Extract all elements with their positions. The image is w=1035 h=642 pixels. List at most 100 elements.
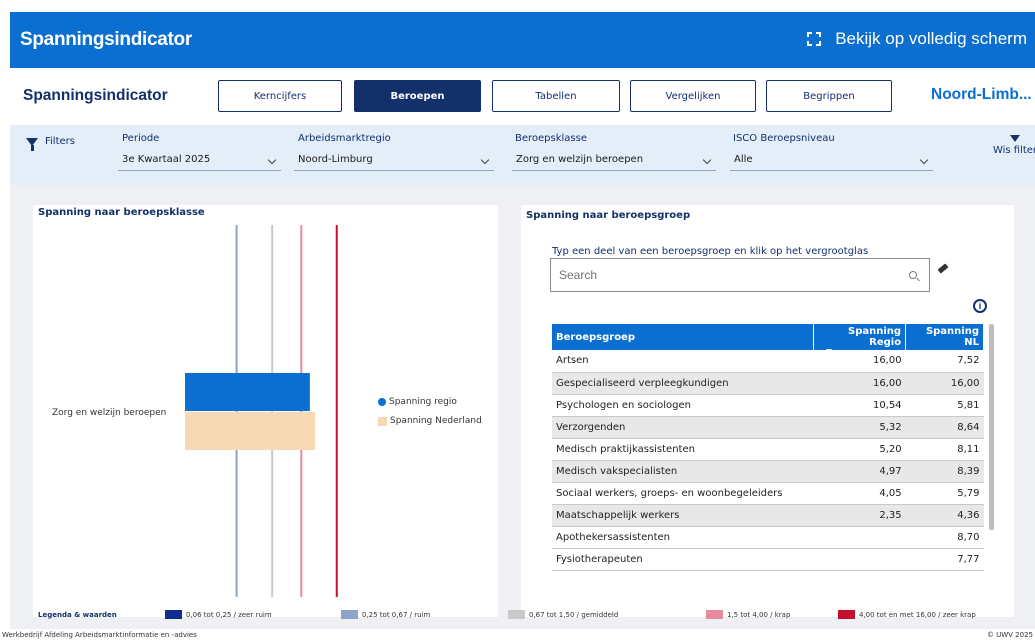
legend-swatch xyxy=(508,610,525,619)
column-header-spanning-nl[interactable]: Spanning NL xyxy=(905,324,984,350)
footer-source: Werkbedrijf Afdeling Arbeidsmarktinforma… xyxy=(2,631,197,639)
legend-regio-swatch xyxy=(378,398,386,406)
chevron-down-icon xyxy=(267,155,277,165)
filters-toggle[interactable]: Filters xyxy=(26,136,75,151)
legend-nederland: Spanning Nederland xyxy=(378,416,482,426)
periode-select[interactable]: 3e Kwartaal 2025 xyxy=(118,150,281,171)
fullscreen-button[interactable]: Bekijk op volledig scherm xyxy=(807,29,1027,49)
table-scrollbar[interactable] xyxy=(989,324,994,530)
table-row[interactable]: Medisch praktijkassistenten 5,20 8,11 xyxy=(552,438,984,461)
spanning-regio-cell xyxy=(813,548,906,571)
beroepsklasse-value: Zorg en welzijn beroepen xyxy=(516,154,644,165)
legend-swatch xyxy=(706,610,723,619)
legend-ruim: 0,25 tot 0,67 / ruim xyxy=(341,610,430,619)
legend-nederland-label: Spanning Nederland xyxy=(390,416,482,426)
beroepsgroep-cell: Medisch praktijkassistenten xyxy=(552,438,814,461)
legend-swatch xyxy=(341,610,358,619)
search-input[interactable] xyxy=(559,260,889,290)
legend-label: 4,00 tot en met 16,00 / zeer krap xyxy=(859,610,976,619)
table-row[interactable]: Medisch vakspecialisten 4,97 8,39 xyxy=(552,460,984,483)
spanning-nl-cell: 5,81 xyxy=(905,394,984,417)
table-row[interactable]: Verzorgenden 5,32 8,64 xyxy=(552,416,984,439)
tab-vergelijken[interactable]: Vergelijken xyxy=(630,80,756,112)
column-header-beroepsgroep[interactable]: Beroepsgroep xyxy=(552,324,815,350)
info-icon[interactable]: i xyxy=(973,299,987,313)
clear-filter-button[interactable]: Wis filter xyxy=(985,135,1035,156)
legend-label: 0,25 tot 0,67 / ruim xyxy=(362,610,431,619)
legend-regio-label: Spanning regio xyxy=(389,397,457,407)
beroepsgroep-table: Beroepsgroep Spanning Regio Spanning NL … xyxy=(552,324,984,571)
legend-swatch xyxy=(838,610,855,619)
funnel-icon xyxy=(26,137,38,151)
isco-label: ISCO Beroepsniveau xyxy=(733,133,835,144)
legend-krap: 1,5 tot 4,00 / krap xyxy=(706,610,790,619)
tab-tabellen[interactable]: Tabellen xyxy=(492,80,620,112)
legend-gemiddeld: 0,67 tot 1,50 / gemiddeld xyxy=(508,610,618,619)
periode-label: Periode xyxy=(122,133,160,144)
spanning-regio-cell xyxy=(813,526,906,549)
legend-nederland-swatch xyxy=(378,416,387,426)
legend-label: 0,67 tot 1,50 / gemiddeld xyxy=(529,610,619,619)
clear-filter-icon xyxy=(1010,135,1020,142)
regio-label: Arbeidsmarktregio xyxy=(298,133,391,144)
fullscreen-label: Bekijk op volledig scherm xyxy=(835,29,1027,48)
app-title: Spanningsindicator xyxy=(20,29,192,50)
table-row[interactable]: Gespecialiseerd verpleegkundigen 16,00 16,… xyxy=(552,372,984,395)
isco-value: Alle xyxy=(734,154,753,165)
spanning-regio-cell: 2,35 xyxy=(813,504,906,527)
legend-swatch xyxy=(165,610,182,619)
search-box xyxy=(550,258,930,292)
isco-select[interactable]: Alle xyxy=(730,150,933,171)
spanning-nl-cell: 8,64 xyxy=(905,416,984,439)
column-header-spanning-regio[interactable]: Spanning Regio xyxy=(813,324,907,353)
spanning-nl-cell: 7,52 xyxy=(905,350,984,373)
spanning-regio-cell: 10,54 xyxy=(813,394,906,417)
legend-zeer-krap: 4,00 tot en met 16,00 / zeer krap xyxy=(838,610,976,619)
region-link[interactable]: Noord-Limb... xyxy=(931,86,1032,104)
table-row[interactable]: Fysiotherapeuten 7,77 xyxy=(552,548,984,571)
chevron-down-icon xyxy=(702,155,712,165)
bar-nederland[interactable] xyxy=(185,412,316,450)
beroepsgroep-cell: Artsen xyxy=(552,350,814,373)
fullscreen-icon xyxy=(807,32,822,46)
table-row[interactable]: Sociaal werkers, groeps- en woonbegeleid… xyxy=(552,482,984,505)
tab-begrippen[interactable]: Begrippen xyxy=(766,80,892,112)
spanning-nl-cell: 4,36 xyxy=(905,504,984,527)
filter-bar: Filters Periode 3e Kwartaal 2025 Arbeids… xyxy=(10,125,1035,185)
beroepsgroep-cell: Apothekersassistenten xyxy=(552,526,814,549)
spanning-regio-cell: 4,97 xyxy=(813,460,906,483)
tab-kerncijfers[interactable]: Kerncijfers xyxy=(218,80,342,112)
legend-zeer-ruim: 0,06 tot 0,25 / zeer ruim xyxy=(165,610,272,619)
table-row[interactable]: Artsen 16,00 7,52 xyxy=(552,350,984,373)
bar-regio[interactable] xyxy=(185,373,310,411)
footer-copyright: © UWV 2025 xyxy=(986,631,1033,639)
spanning-nl-cell: 5,79 xyxy=(905,482,984,505)
table-row[interactable]: Apothekersassistenten 8,70 xyxy=(552,526,984,549)
regio-value: Noord-Limburg xyxy=(298,154,373,165)
spanning-regio-cell: 16,00 xyxy=(813,350,906,373)
beroepsgroep-title: Spanning naar beroepsgroep xyxy=(526,210,691,221)
tab-beroepen[interactable]: Beroepen xyxy=(354,80,481,112)
spanning-regio-cell: 4,05 xyxy=(813,482,906,505)
spanning-nl-cell: 8,11 xyxy=(905,438,984,461)
chevron-down-icon xyxy=(480,155,490,165)
beroepsgroep-cell: Maatschappelijk werkers xyxy=(552,504,814,527)
column-header-spanning-regio-label: Spanning Regio xyxy=(848,326,902,348)
regio-select[interactable]: Noord-Limburg xyxy=(294,150,494,171)
table-row[interactable]: Psychologen en sociologen 10,54 5,81 xyxy=(552,394,984,417)
top-bar: Spanningsindicator Bekijk op volledig sc… xyxy=(10,12,1035,68)
spanning-regio-cell: 5,20 xyxy=(813,438,906,461)
beroepsklasse-select[interactable]: Zorg en welzijn beroepen xyxy=(512,150,716,171)
spanning-nl-cell: 8,70 xyxy=(905,526,984,549)
beroepsgroep-cell: Medisch vakspecialisten xyxy=(552,460,814,483)
filters-label: Filters xyxy=(45,136,75,147)
beroepsklasse-label: Beroepsklasse xyxy=(515,133,588,144)
beroepsgroep-cell: Gespecialiseerd verpleegkundigen xyxy=(552,372,814,395)
chevron-down-icon xyxy=(919,155,929,165)
search-icon[interactable] xyxy=(909,271,917,279)
spanning-nl-cell: 16,00 xyxy=(905,372,984,395)
legend-label: 1,5 tot 4,00 / krap xyxy=(727,610,791,619)
value-legend-title: Legenda & waarden xyxy=(38,611,117,619)
beroepsgroep-cell: Fysiotherapeuten xyxy=(552,548,814,571)
table-row[interactable]: Maatschappelijk werkers 2,35 4,36 xyxy=(552,504,984,527)
